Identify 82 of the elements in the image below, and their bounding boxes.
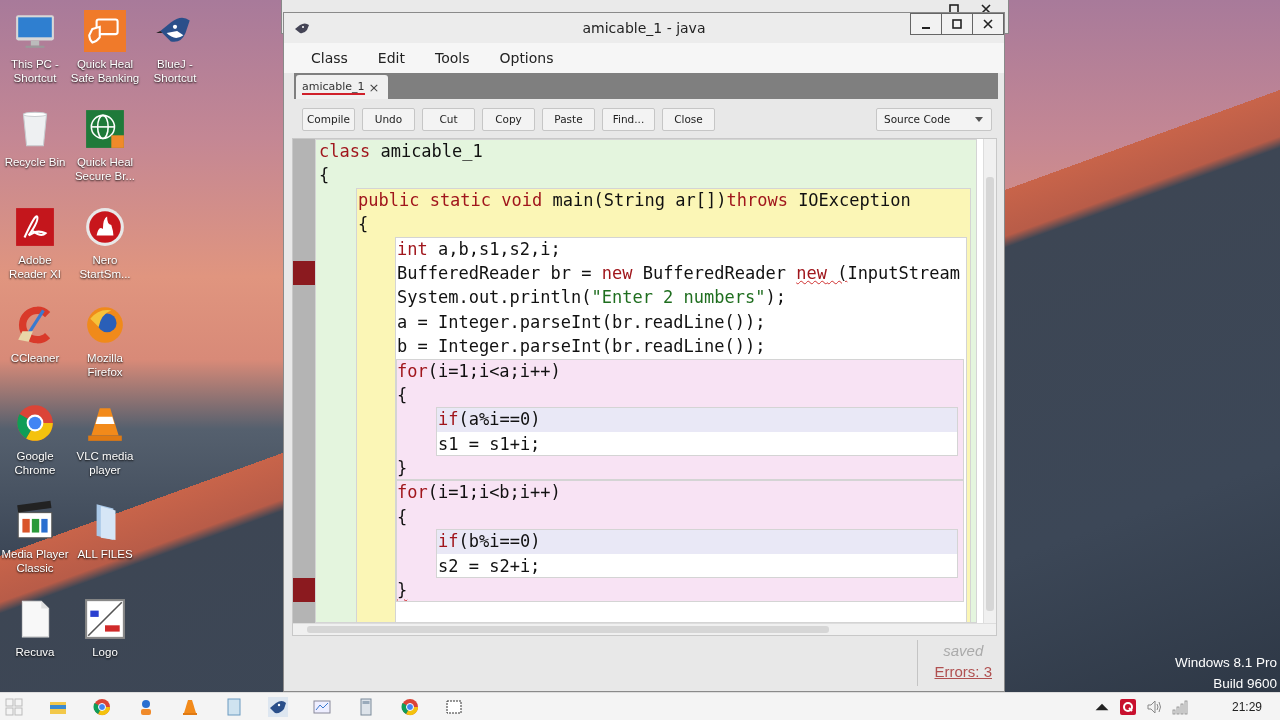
shortcut-label: Google Chrome (13, 449, 57, 477)
shortcut-label: Logo (91, 645, 119, 659)
menu-item[interactable]: Edit (377, 50, 405, 66)
maximize-icon (951, 18, 963, 30)
shortcut-label: Recycle Bin (3, 155, 67, 169)
toolbar-button[interactable]: Cut (422, 107, 475, 131)
pdf-icon (14, 206, 56, 248)
code-line: BufferedReader br = new BufferedReader new (InputStream (397, 261, 961, 285)
os-build-text: Build 9600 (1213, 675, 1277, 693)
code-line: b = Integer.parseInt(br.readLine()); (397, 335, 767, 359)
close-tab-button[interactable]: × (368, 79, 380, 95)
shortcut-label: Recuva (14, 645, 56, 659)
view-dropdown[interactable]: Source Code (876, 107, 992, 131)
code-line: a = Integer.parseInt(br.readLine()); (397, 310, 767, 334)
toolbar-button[interactable]: Paste (542, 107, 595, 131)
maximize-button[interactable] (941, 13, 973, 35)
toolbar-button[interactable]: Find... (602, 107, 655, 131)
flame-icon (84, 206, 126, 248)
shortcut-label: Quick Heal Secure Br... (73, 155, 137, 183)
code-line: for(i=1;i<a;i++) (397, 359, 562, 383)
caret-icon (975, 116, 983, 122)
code-line: int a,b,s1,s2,i; (397, 237, 562, 261)
code-line: } (397, 579, 409, 603)
errors-link[interactable]: Errors: 3 (934, 661, 992, 682)
swirl-globe-icon (84, 304, 126, 346)
signal-icon[interactable] (1171, 698, 1188, 715)
window-title: amicable_1 - java (582, 20, 706, 36)
minimize-button[interactable] (910, 13, 942, 35)
code-line: s1 = s1+i; (438, 432, 542, 456)
file-tab[interactable]: amicable_1 × (296, 75, 388, 99)
shortcut-label: Nero StartSm... (78, 253, 132, 281)
code-line: { (397, 383, 409, 407)
shortcut-label: This PC - Shortcut (10, 57, 60, 85)
desktop-shortcut[interactable]: Google Chrome (0, 398, 70, 496)
close-icon (982, 18, 994, 30)
shortcut-label: Quick Heal Safe Banking (70, 57, 140, 85)
toolbar-button[interactable]: Undo (362, 107, 415, 131)
code-line: { (397, 505, 409, 529)
close-icon[interactable] (980, 3, 992, 15)
shortcut-label: BlueJ - Shortcut (152, 57, 198, 85)
shortcut-label: CCleaner (9, 351, 61, 365)
clock[interactable]: 21:29 (1231, 699, 1262, 714)
code-line: { (358, 213, 370, 237)
desktop-shortcut[interactable]: Logo (70, 594, 140, 692)
menu-item[interactable]: Tools (434, 50, 470, 66)
toolbar-button[interactable]: Close (662, 107, 715, 131)
code-line: public static void main(String ar[])throws IOException (358, 188, 912, 212)
os-build-text: Windows 8.1 Pro (1174, 654, 1277, 672)
code-line: class amicable_1 (319, 140, 484, 163)
code-line: } (397, 457, 409, 481)
desktop-shortcut[interactable]: VLC media player (70, 398, 140, 496)
toolbar-button[interactable]: Copy (482, 107, 535, 131)
desktop-shortcut[interactable]: Recuva (0, 594, 70, 692)
card-shield-icon (84, 10, 126, 52)
speaker-icon[interactable] (1145, 698, 1162, 715)
vertical-scrollbar[interactable] (983, 139, 996, 623)
code-line: { (319, 164, 331, 188)
start-icon[interactable] (4, 696, 24, 717)
saved-status: saved (943, 641, 984, 661)
code-line: System.out.println("Enter 2 numbers"); (397, 286, 787, 310)
shortcut-label: VLC media player (75, 449, 135, 477)
menu-item[interactable]: Options (499, 50, 554, 66)
maximize-icon[interactable] (948, 3, 960, 15)
toolbar-button[interactable]: Compile (302, 107, 355, 131)
shortcut-label: Mozilla Firefox (86, 351, 124, 379)
code-line: for(i=1;i<b;i++) (397, 481, 562, 505)
wheel-icon[interactable] (400, 696, 420, 717)
code-line: s2 = s2+i; (438, 554, 542, 578)
menu-item[interactable]: Class (311, 50, 348, 66)
bird-icon[interactable] (268, 696, 288, 717)
shortcut-label: Media Player Classic (0, 547, 70, 575)
shortcut-label: Adobe Reader XI (8, 253, 62, 281)
desktop-shortcut[interactable]: Media Player Classic (0, 496, 70, 594)
close-button[interactable] (972, 13, 1004, 35)
minimize-icon (922, 27, 930, 29)
picture-icon (84, 598, 126, 640)
globe-icon (84, 108, 126, 150)
shortcut-label: ALL FILES (76, 547, 134, 561)
horizontal-scrollbar[interactable] (293, 623, 996, 635)
wheel-icon (14, 402, 56, 444)
wheel-icon[interactable] (92, 696, 112, 717)
desktop-shortcut[interactable]: ALL FILES (70, 496, 140, 594)
